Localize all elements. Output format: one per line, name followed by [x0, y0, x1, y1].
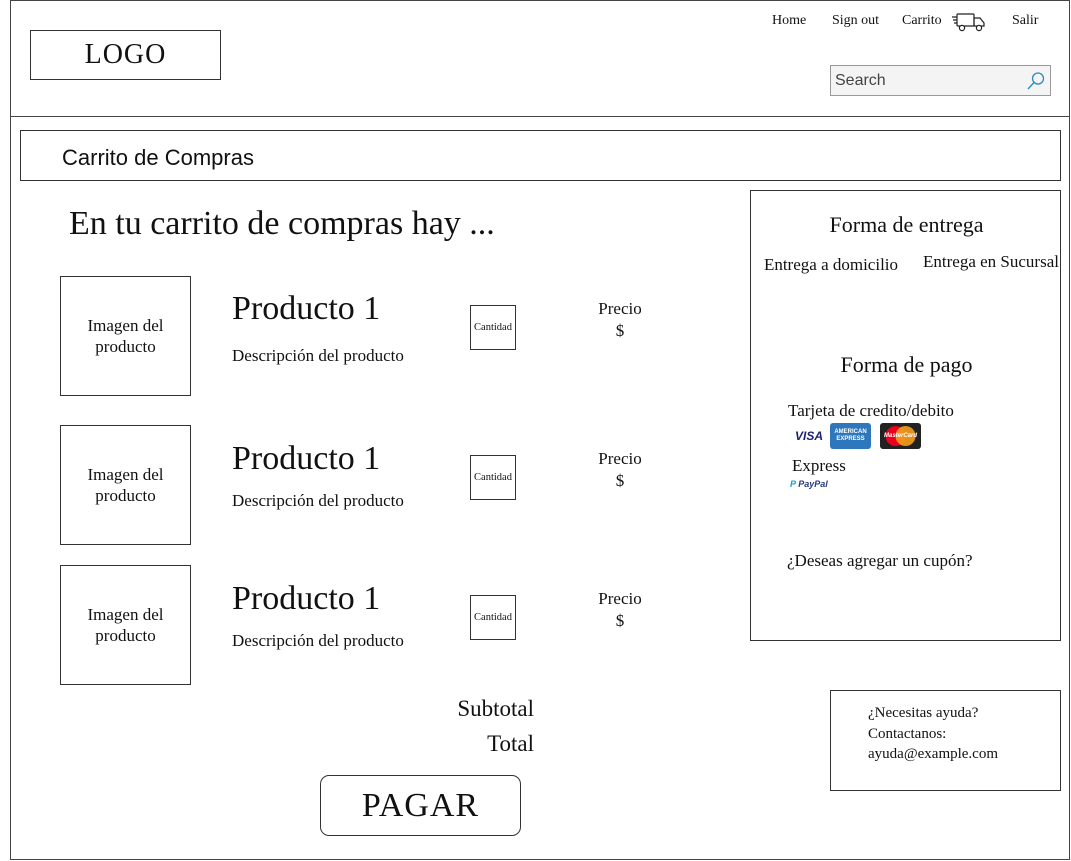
breadcrumb: Carrito de Compras [20, 130, 1061, 181]
quantity-field[interactable]: Cantidad [470, 455, 516, 500]
quantity-field[interactable]: Cantidad [470, 595, 516, 640]
delivery-option-home[interactable]: Entrega a domicilio [761, 250, 901, 279]
delivery-option-branch[interactable]: Entrega en Sucursal [921, 247, 1061, 276]
product-description: Descripción del producto [232, 491, 404, 510]
product-name[interactable]: Producto 1 [232, 580, 380, 618]
nav-sign-out-link[interactable]: Sign out [832, 13, 879, 29]
paypal-label: PayPal [798, 479, 828, 489]
quantity-field[interactable]: Cantidad [470, 305, 516, 350]
product-image-placeholder: Imagen del producto [60, 276, 191, 396]
nav-cart-link[interactable]: Carrito [902, 13, 942, 29]
payment-option-express[interactable]: Express [792, 456, 846, 476]
payment-title: Forma de pago [840, 352, 973, 377]
delivery-title: Forma de entrega [829, 212, 984, 237]
visa-card-icon: VISA [789, 423, 829, 449]
subtotal-label: Subtotal [457, 696, 534, 721]
amex-card-icon: AMERICAN EXPRESS [830, 423, 871, 449]
product-description: Descripción del producto [232, 631, 404, 650]
page-title: En tu carrito de compras hay ... [69, 205, 495, 242]
mastercard-label: MasterCard [883, 433, 917, 439]
help-question: ¿Necesitas ayuda? [868, 705, 979, 721]
product-image-label: Imagen del producto [87, 316, 164, 356]
product-price: Precio $ [590, 448, 650, 492]
total-label: Total [487, 731, 534, 756]
mastercard-card-icon: MasterCard [880, 423, 921, 449]
pay-button[interactable]: PAGAR [320, 775, 521, 836]
search-icon[interactable] [1026, 71, 1046, 91]
product-name[interactable]: Producto 1 [232, 290, 380, 328]
price-label: Precio [598, 299, 642, 318]
breadcrumb-title: Carrito de Compras [62, 145, 254, 170]
price-label: Precio [598, 589, 642, 608]
price-value: $ [615, 471, 625, 490]
price-value: $ [615, 611, 625, 630]
header-divider [10, 116, 1070, 117]
product-price: Precio $ [590, 588, 650, 632]
product-image-label: Imagen del producto [87, 605, 164, 645]
coupon-link[interactable]: ¿Deseas agregar un cupón? [787, 551, 973, 571]
logo[interactable]: LOGO [30, 30, 221, 80]
product-image-placeholder: Imagen del producto [60, 565, 191, 685]
help-email-link[interactable]: ayuda@example.com [868, 746, 998, 762]
truck-icon[interactable] [951, 10, 987, 34]
nav-home-link[interactable]: Home [772, 13, 806, 29]
price-value: $ [615, 321, 625, 340]
price-label: Precio [598, 449, 642, 468]
search-input[interactable] [831, 66, 1029, 95]
payment-option-card[interactable]: Tarjeta de credito/debito [788, 401, 954, 421]
nav-exit-link[interactable]: Salir [1012, 13, 1038, 29]
checkout-options-panel: Forma de entrega Entrega a domicilio Ent… [750, 190, 1061, 641]
help-box: ¿Necesitas ayuda? Contactanos: ayuda@exa… [830, 690, 1061, 791]
paypal-logo: P PayPal [790, 479, 828, 489]
product-image-label: Imagen del producto [87, 465, 164, 505]
product-description: Descripción del producto [232, 346, 404, 365]
product-name[interactable]: Producto 1 [232, 440, 380, 478]
product-price: Precio $ [590, 298, 650, 342]
search-box [830, 65, 1051, 96]
help-contact-label: Contactanos: [868, 725, 947, 742]
product-image-placeholder: Imagen del producto [60, 425, 191, 545]
